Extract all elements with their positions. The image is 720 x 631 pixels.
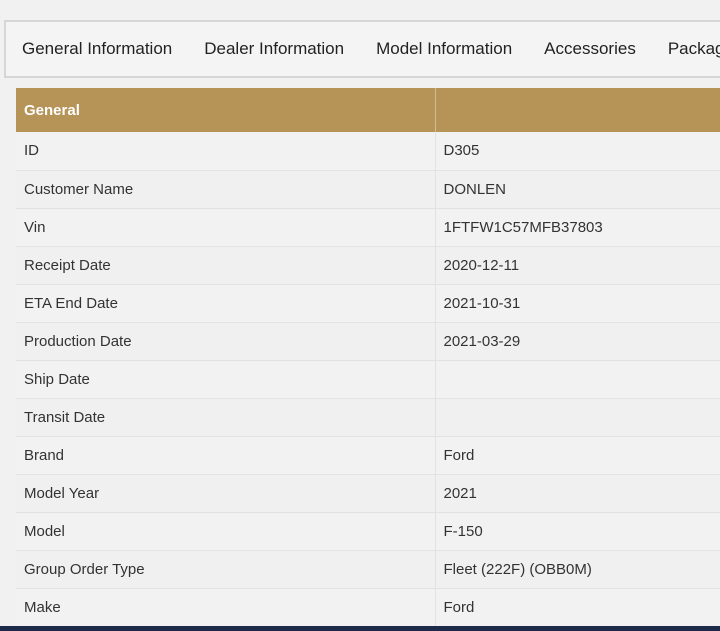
row-label: Vin — [16, 208, 436, 247]
table-header-row: General — [16, 88, 720, 132]
row-value: 2020-12-11 — [435, 246, 720, 285]
row-value: F-150 — [435, 512, 720, 551]
row-value — [435, 360, 720, 399]
tab-model-information[interactable]: Model Information — [376, 39, 512, 59]
row-value: DONLEN — [435, 170, 720, 209]
row-label: Make — [16, 588, 436, 627]
table-row: Receipt Date 2020-12-11 — [16, 246, 720, 285]
table-row: Group Order Type Fleet (222F) (OBB0M) — [16, 550, 720, 589]
general-info-table: General ID D305 Customer Name DONLEN Vin… — [16, 88, 720, 627]
table-row: Model Year 2021 — [16, 474, 720, 513]
row-value — [435, 398, 720, 437]
row-value: 2021 — [435, 474, 720, 513]
general-table-container: General ID D305 Customer Name DONLEN Vin… — [16, 88, 720, 628]
bottom-bar — [0, 626, 720, 631]
row-label: Model Year — [16, 474, 436, 513]
tab-dealer-information[interactable]: Dealer Information — [204, 39, 344, 59]
row-label: Brand — [16, 436, 436, 475]
tab-packages[interactable]: Packag — [668, 39, 720, 59]
vehicle-detail-page: General Information Dealer Information M… — [0, 0, 720, 631]
row-value: 2021-03-29 — [435, 322, 720, 361]
row-label: ETA End Date — [16, 284, 436, 323]
table-row: ETA End Date 2021-10-31 — [16, 284, 720, 323]
header-value — [435, 88, 720, 132]
table-row: Brand Ford — [16, 436, 720, 475]
row-label: ID — [16, 132, 436, 171]
tab-bar: General Information Dealer Information M… — [4, 20, 720, 78]
row-value: 1FTFW1C57MFB37803 — [435, 208, 720, 247]
table-row: Make Ford — [16, 588, 720, 627]
row-label: Ship Date — [16, 360, 436, 399]
row-label: Model — [16, 512, 436, 551]
table-row: Vin 1FTFW1C57MFB37803 — [16, 208, 720, 247]
row-label: Transit Date — [16, 398, 436, 437]
table-row: Production Date 2021-03-29 — [16, 322, 720, 361]
tab-accessories[interactable]: Accessories — [544, 39, 636, 59]
table-row: Model F-150 — [16, 512, 720, 551]
row-value: Ford — [435, 436, 720, 475]
row-label: Production Date — [16, 322, 436, 361]
table-row: Customer Name DONLEN — [16, 170, 720, 209]
row-value: D305 — [435, 132, 720, 171]
table-row: ID D305 — [16, 132, 720, 171]
row-value: Fleet (222F) (OBB0M) — [435, 550, 720, 589]
row-label: Group Order Type — [16, 550, 436, 589]
row-value: 2021-10-31 — [435, 284, 720, 323]
table-row: Ship Date — [16, 360, 720, 399]
row-label: Receipt Date — [16, 246, 436, 285]
tab-general-information[interactable]: General Information — [22, 39, 172, 59]
row-value: Ford — [435, 588, 720, 627]
row-label: Customer Name — [16, 170, 436, 209]
header-general: General — [16, 88, 436, 132]
table-row: Transit Date — [16, 398, 720, 437]
